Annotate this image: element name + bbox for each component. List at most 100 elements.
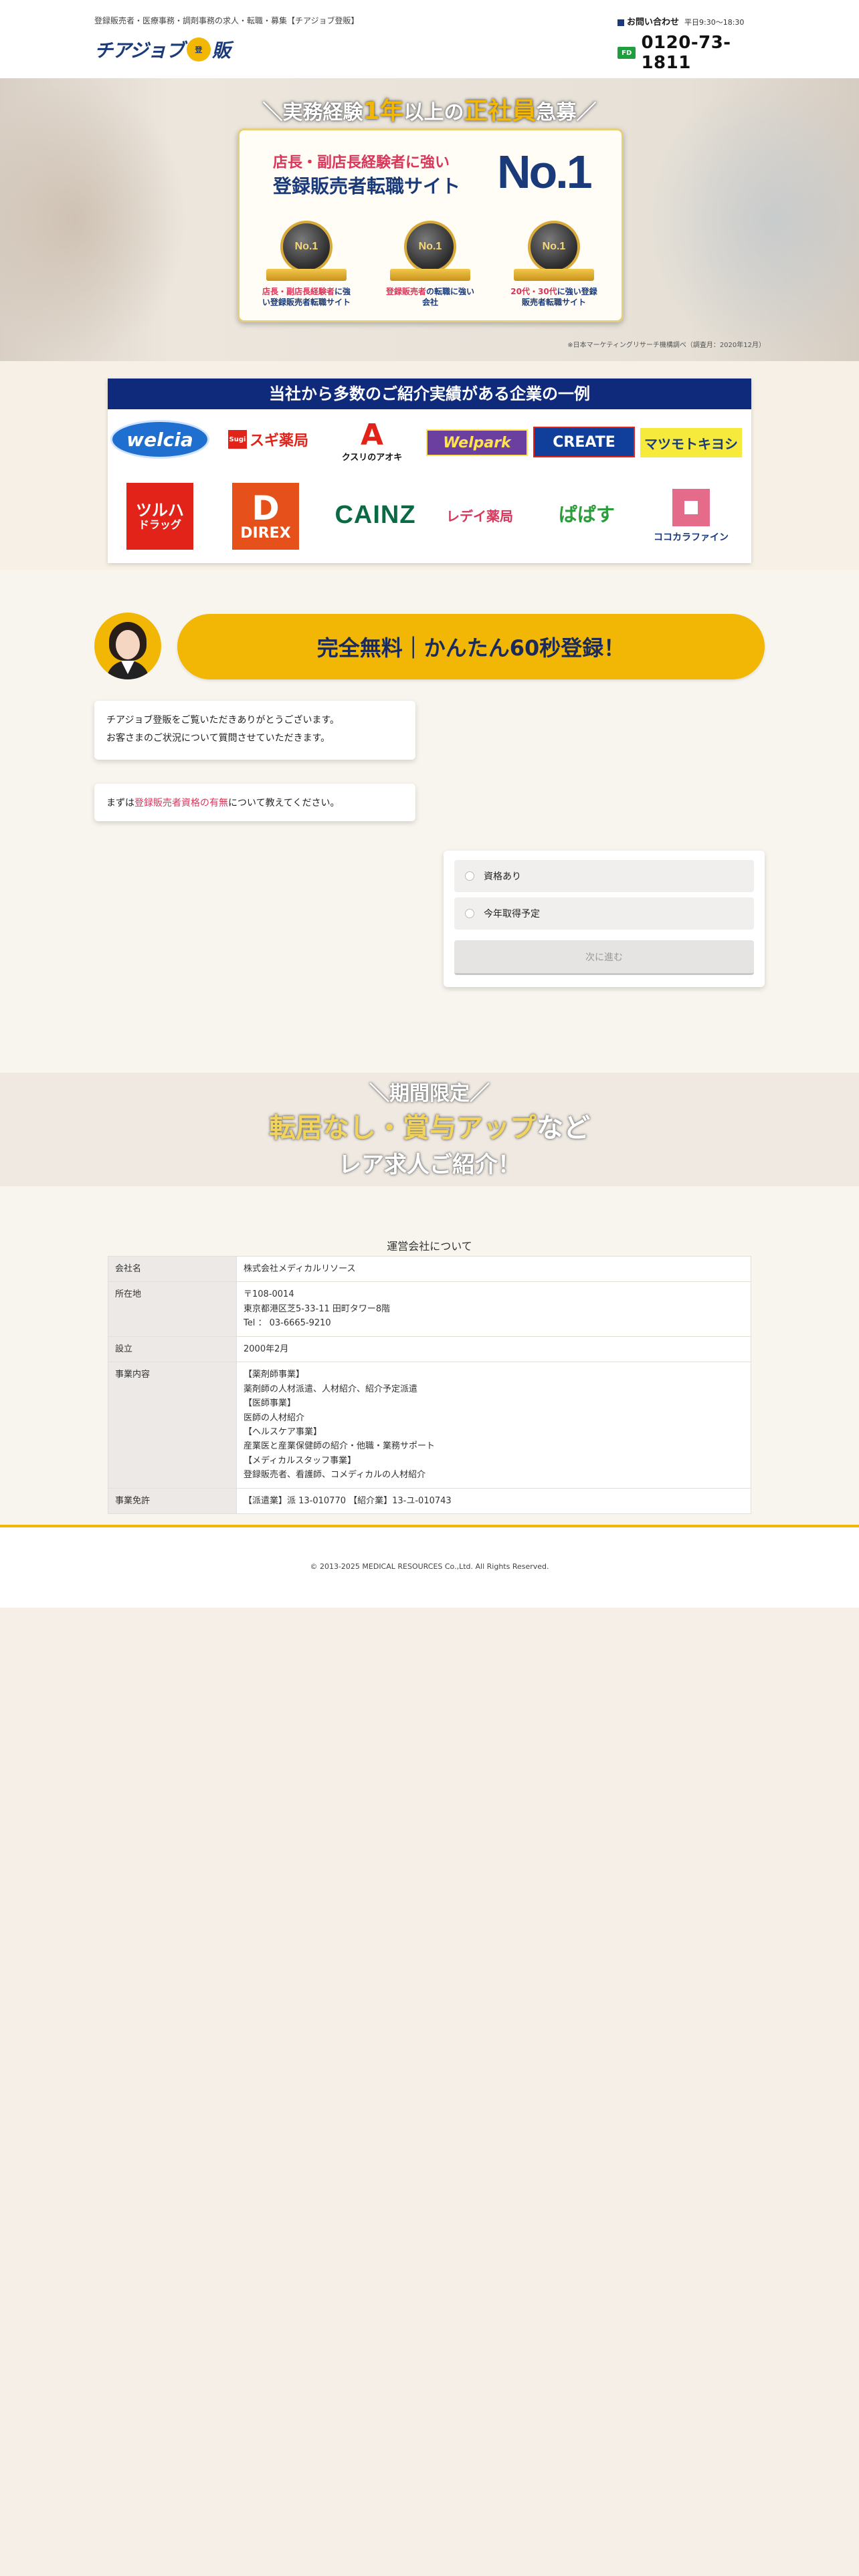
contact-hours: 平日9:30〜18:30 xyxy=(684,18,745,27)
square-icon xyxy=(617,19,624,26)
table-row: 事業免許 【派遣業】派 13-010770 【紹介業】13-ユ-010743 xyxy=(108,1487,751,1515)
headline-highlight: 1年 xyxy=(363,98,404,125)
option-this-year[interactable]: 今年取得予定 xyxy=(454,897,754,930)
no1-line2: 登録販売者転職サイト xyxy=(273,175,461,197)
table-value: 【派遣業】派 13-010770 【紹介業】13-ユ-010743 xyxy=(236,1487,751,1515)
sugi-text: スギ薬局 xyxy=(249,433,308,449)
table-key: 事業内容 xyxy=(108,1362,237,1489)
tsuruha-text1: ツルハ xyxy=(136,501,184,520)
radio-icon[interactable] xyxy=(465,871,474,881)
medal-icon: No.1 xyxy=(280,221,332,273)
table-value: 株式会社メディカルリソース xyxy=(236,1255,751,1283)
kokokara-mark-icon xyxy=(672,489,710,526)
page-bottom xyxy=(0,1608,859,2576)
companies-card: 当社から多数のご紹介実績がある企業の一例 welcia Sugi スギ薬局 A クス… xyxy=(108,379,751,563)
bubble-text: について教えてください。 xyxy=(228,798,340,809)
address-line: Tel ： 03-6665-9210 xyxy=(244,1318,331,1329)
table-value: 【薬剤師事業】 薬剤師の人材派遣、人材紹介、紹介予定派遣 【医師事業】 医師の人… xyxy=(236,1362,751,1489)
bubble-highlight: 登録販売者資格の有無 xyxy=(134,798,228,809)
contact-title-label: お問い合わせ xyxy=(627,17,680,27)
tsuruha-logo: ツルハ ドラッグ xyxy=(126,483,193,550)
bubble-text: まずは xyxy=(106,798,134,809)
chat-section: 完全無料｜かんたん60秒登録！ チアジョブ登販をご覧いただきありがとうございます… xyxy=(0,570,859,1073)
business-line: 医師の人材紹介 xyxy=(244,1412,305,1423)
chat-bubble-greeting: チアジョブ登販をご覧いただきありがとうございます。 お客さまのご状況について質問… xyxy=(94,701,415,760)
business-line: 【ヘルスケア事業】 xyxy=(244,1426,322,1437)
logo-text: チアジョブ xyxy=(94,39,185,62)
table-value: 〒108-0014 東京都港区芝5-33-11 田町タワー8階 Tel ： 03… xyxy=(236,1281,751,1337)
medal: No.1 登録販売者の転職に強い会社 xyxy=(383,221,477,308)
kokokara-logo: ココカラファイン xyxy=(643,483,739,550)
medal-caption-rest: の転職に強い会社 xyxy=(421,287,475,308)
bubble-line: チアジョブ登販をご覧いただきありがとうございます。 xyxy=(106,715,340,726)
limited-offer-section: ＼期間限定／ 転居なし・賞与アップなど レア求人ご紹介！ xyxy=(0,1073,859,1186)
limited-line2: 転居なし・賞与アップなど xyxy=(0,1106,859,1145)
logo-han: 販 xyxy=(211,39,231,62)
no1-card: 店長・副店長経験者に強い 登録販売者転職サイト No.1 No.1 店長・副店長… xyxy=(237,128,624,322)
address-line: 東京都港区芝5-33-11 田町タワー8階 xyxy=(244,1303,391,1314)
business-line: 【メディカルスタッフ事業】 xyxy=(244,1455,357,1466)
ribbon-icon xyxy=(514,269,594,281)
company-info-title: 運営会社について xyxy=(387,1240,472,1253)
table-row: 所在地 〒108-0014 東京都港区芝5-33-11 田町タワー8階 Tel … xyxy=(108,1281,751,1337)
kokokara-text: ココカラファイン xyxy=(654,532,729,543)
aoki-text: クスリのアオキ xyxy=(341,452,403,463)
medal-icon: No.1 xyxy=(528,221,580,273)
address-line: 〒108-0014 xyxy=(244,1289,294,1300)
contact-title: お問い合わせ 平日9:30〜18:30 xyxy=(617,15,778,27)
medal-caption-red: 登録販売者 xyxy=(385,287,426,296)
medal-label: No.1 xyxy=(542,241,566,252)
headline-highlight: 正社員 xyxy=(464,98,537,125)
medal-caption: 店長・副店長経験者に強い登録販売者転職サイト xyxy=(260,286,353,308)
tel-number: 0120-73-1811 xyxy=(641,33,731,73)
company-info-table: 会社名 株式会社メディカルリソース 所在地 〒108-0014 東京都港区芝5-… xyxy=(108,1255,751,1515)
radio-icon[interactable] xyxy=(465,909,474,918)
site-footer: © 2013-2025 MEDICAL RESOURCES Co.,Ltd. A… xyxy=(0,1527,859,1608)
table-key: 会社名 xyxy=(108,1255,237,1283)
chat-bubble-question: まずは登録販売者資格の有無について教えてください。 xyxy=(94,784,415,821)
business-line: 産業医と産業保健師の紹介・他職・業務サポート xyxy=(244,1441,436,1452)
medal: No.1 店長・副店長経験者に強い登録販売者転職サイト xyxy=(260,221,353,308)
limited-line2-post: など xyxy=(537,1113,590,1144)
table-row: 設立 2000年2月 xyxy=(108,1335,751,1363)
option-qualified[interactable]: 資格あり xyxy=(454,860,754,892)
medal-caption-red: 店長・副店長経験者 xyxy=(262,287,335,296)
matsukiyo-logo: マツモトキヨシ xyxy=(640,428,742,457)
hero-headline: ＼実務経験1年以上の正社員急募／ xyxy=(0,92,859,126)
business-line: 【薬剤師事業】 xyxy=(244,1370,305,1380)
medal: No.1 20代・30代に強い登録販売者転職サイト xyxy=(507,221,601,308)
no1-line1: 店長・副店長経験者に強い xyxy=(273,154,450,171)
welcia-logo: welcia xyxy=(110,420,209,459)
avatar-face xyxy=(116,630,140,659)
option-label: 資格あり xyxy=(484,871,521,882)
direx-mark: D xyxy=(252,488,280,528)
headline-part: ＼実務経験 xyxy=(262,101,363,124)
freedial-icon: FD xyxy=(617,47,636,59)
medal-label: No.1 xyxy=(418,241,442,252)
tel-link[interactable]: FD 0120-73-1811 xyxy=(617,33,778,73)
table-row: 会社名 株式会社メディカルリソース xyxy=(108,1255,751,1283)
hero-section: ＼実務経験1年以上の正社員急募／ 店長・副店長経験者に強い 登録販売者転職サイト… xyxy=(0,78,859,361)
papasu-logo: ぱぱす xyxy=(558,504,615,526)
aoki-logo: A クスリのアオキ xyxy=(335,416,409,467)
companies-title: 当社から多数のご紹介実績がある企業の一例 xyxy=(108,379,751,409)
copyright: © 2013-2025 MEDICAL RESOURCES Co.,Ltd. A… xyxy=(310,1562,549,1571)
medal-caption: 登録販売者の転職に強い会社 xyxy=(383,286,477,308)
no1-big: No.1 xyxy=(497,146,593,198)
business-line: 【医師事業】 xyxy=(244,1398,296,1409)
tsuruha-text2: ドラッグ xyxy=(138,518,181,532)
medal-icon: No.1 xyxy=(404,221,456,273)
aoki-mark: A xyxy=(360,417,384,452)
companies-section: 当社から多数のご紹介実績がある企業の一例 welcia Sugi スギ薬局 A クス… xyxy=(0,361,859,570)
free-register-banner: 完全無料｜かんたん60秒登録！ xyxy=(177,614,765,679)
next-button[interactable]: 次に進む xyxy=(454,940,754,975)
medal-label: No.1 xyxy=(294,241,318,252)
logo-badge: 登 xyxy=(186,37,211,62)
sugi-logo: Sugi スギ薬局 xyxy=(215,428,322,451)
create-logo: CREATE xyxy=(533,427,635,457)
contact-block: お問い合わせ 平日9:30〜18:30 FD 0120-73-1811 xyxy=(617,15,778,73)
site-logo[interactable]: チアジョブ 登 販 xyxy=(94,35,231,64)
option-label: 今年取得予定 xyxy=(484,909,540,920)
table-value: 2000年2月 xyxy=(236,1335,751,1363)
bubble-line: お客さまのご状況について質問させていただきます。 xyxy=(106,732,330,744)
